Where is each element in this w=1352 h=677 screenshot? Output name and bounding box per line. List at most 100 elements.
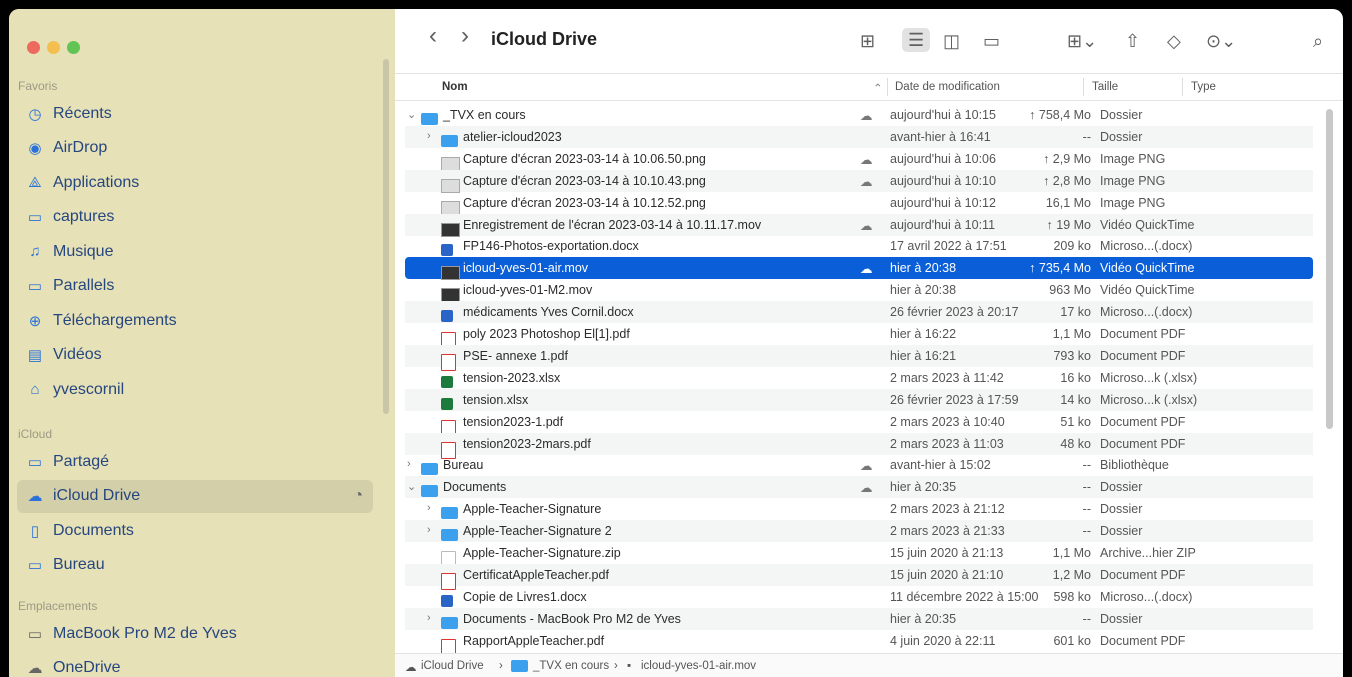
column-type-header[interactable]: Type — [1191, 81, 1216, 93]
column-name-header[interactable]: Nom — [442, 81, 468, 93]
group-by-icon[interactable]: ⊞⌄ — [1067, 31, 1097, 51]
file-row[interactable]: Copie de Livres1.docx 11 décembre 2022 à … — [405, 586, 1313, 608]
file-row[interactable]: › Documents - MacBook Pro M2 de Yves hier … — [405, 607, 1313, 630]
column-date-header[interactable]: Date de modification — [895, 81, 1000, 93]
more-actions-icon[interactable]: ⊙⌄ — [1206, 31, 1236, 51]
sidebar-item-applications[interactable]: ⟁ Applications — [9, 166, 381, 199]
desktop-icon: ▭ — [27, 557, 43, 574]
file-type: Image PNG — [1100, 151, 1166, 166]
toolbar: ‹ › iCloud Drive ⊞ ☰ ◫ ▭ ⊞⌄ ⇧ ◇ ⊙⌄ ⌕ — [395, 9, 1343, 74]
modified-date: 11 décembre 2022 à 15:00 — [890, 589, 1039, 604]
sidebar-item-documents[interactable]: ▯ Documents — [9, 514, 381, 547]
file-row[interactable]: médicaments Yves Cornil.docx 26 février 2… — [405, 301, 1313, 324]
sidebar-item-r-cents[interactable]: ◷ Récents — [9, 97, 381, 130]
file-size: -- — [1082, 458, 1091, 473]
sidebar-item-parallels[interactable]: ▭ Parallels — [9, 270, 381, 303]
sidebar-item-label: Vidéos — [53, 346, 102, 363]
modified-date: hier à 20:35 — [890, 480, 957, 495]
sidebar-item-yvescornil[interactable]: ⌂ yvescornil — [9, 373, 381, 406]
sidebar-item-label: captures — [53, 208, 115, 225]
file-row[interactable]: Capture d'écran 2023-03-14 à 10.06.50.pn… — [405, 148, 1313, 171]
file-size: 14 ko — [1060, 392, 1091, 407]
file-row[interactable]: › atelier-icloud2023 avant-hier à 16:41 -- D… — [405, 125, 1313, 148]
search-icon[interactable]: ⌕ — [1313, 31, 1323, 51]
list-view-icon[interactable]: ☰ — [902, 28, 931, 52]
file-row[interactable]: tension.xlsx 26 février 2023 à 17:59 14 ko… — [405, 388, 1313, 411]
file-name: PSE- annexe 1.pdf — [463, 348, 568, 363]
modified-date: 26 février 2023 à 17:59 — [890, 392, 1019, 407]
column-size-header[interactable]: Taille — [1092, 81, 1118, 93]
pathbar-item-folder[interactable]: _TVX en cours — [533, 660, 609, 672]
file-row[interactable]: ⌄ _TVX en cours ☁ aujourd'hui à 10:15 ↑ 758,… — [405, 104, 1313, 126]
column-view-icon[interactable]: ◫ — [943, 31, 960, 51]
file-row[interactable]: Apple-Teacher-Signature.zip 15 juin 2020 … — [405, 542, 1313, 568]
file-row[interactable]: tension2023-2mars.pdf 2 mars 2023 à 11:03… — [405, 432, 1313, 459]
icon-view-icon[interactable]: ⊞ — [860, 31, 875, 51]
sidebar-item-airdrop[interactable]: ◉ AirDrop — [9, 132, 381, 165]
file-name: poly 2023 Photoshop El[1].pdf — [463, 327, 630, 341]
sidebar-item-partag-[interactable]: ▭ Partagé — [9, 445, 381, 478]
file-row[interactable]: poly 2023 Photoshop El[1].pdf hier à 16:2… — [405, 323, 1313, 349]
sidebar-item-macbook-pro-m2-de-yves[interactable]: ▭ MacBook Pro M2 de Yves — [9, 617, 381, 650]
file-name: FP146-Photos-exportation.docx — [463, 239, 639, 254]
file-row[interactable]: › Bureau ☁ avant-hier à 15:02 -- Bibliothèque — [405, 454, 1313, 476]
share-icon[interactable]: ⇧ — [1125, 31, 1140, 51]
file-name: icloud-yves-01-air.mov — [463, 261, 589, 276]
modified-date: 2 mars 2023 à 11:03 — [890, 436, 1004, 451]
disclosure-triangle-icon[interactable]: ⌄ — [407, 108, 421, 121]
zoom-window-button[interactable] — [67, 41, 80, 54]
sidebar: Favoris iCloud Emplacements ◷ Récents ◉ Air… — [9, 9, 395, 677]
tag-icon[interactable]: ◇ — [1167, 31, 1181, 51]
file-row[interactable]: Enregistrement de l'écran 2023-03-14 à 1… — [405, 213, 1313, 237]
file-row[interactable]: tension2023-1.pdf 2 mars 2023 à 10:40 51 k… — [405, 411, 1313, 437]
file-row[interactable]: CertificatAppleTeacher.pdf 15 juin 2020 à… — [405, 563, 1313, 590]
file-row[interactable]: › Apple-Teacher-Signature 2 2 mars 2023 à … — [405, 520, 1313, 543]
file-row[interactable]: Capture d'écran 2023-03-14 à 10.10.43.pn… — [405, 169, 1313, 193]
gallery-view-icon[interactable]: ▭ — [983, 31, 1000, 51]
disclosure-triangle-icon[interactable]: › — [427, 130, 441, 142]
pathbar-item-file[interactable]: icloud-yves-01-air.mov — [641, 660, 756, 672]
pathbar-item-icloud[interactable]: iCloud Drive — [421, 660, 484, 672]
file-size: 209 ko — [1053, 239, 1091, 254]
sidebar-item-t-l-chargements[interactable]: ⊕ Téléchargements — [9, 304, 381, 337]
file-row[interactable]: Capture d'écran 2023-03-14 à 10.12.52.pn… — [405, 192, 1313, 215]
disclosure-triangle-icon[interactable]: ⌄ — [407, 480, 421, 493]
file-row[interactable]: ⌄ Documents ☁ hier à 20:35 -- Dossier — [405, 476, 1313, 499]
file-name: tension.xlsx — [463, 392, 529, 407]
sidebar-item-label: iCloud Drive — [53, 487, 141, 504]
disclosure-triangle-icon[interactable]: › — [407, 458, 421, 470]
file-size: ↑ 2,8 Mo — [1043, 173, 1091, 188]
sort-chevron-icon: ⌃ — [873, 83, 883, 95]
disclosure-triangle-icon[interactable]: › — [427, 502, 441, 514]
back-button[interactable]: ‹ — [429, 24, 437, 48]
sidebar-item-captures[interactable]: ▭ captures — [9, 201, 381, 234]
modified-date: 2 mars 2023 à 10:40 — [890, 414, 1005, 429]
list-scrollbar[interactable] — [1326, 109, 1333, 429]
sidebar-item-vid-os[interactable]: ▤ Vidéos — [9, 339, 381, 372]
file-type: Microso...(.docx) — [1100, 305, 1193, 320]
file-row[interactable]: PSE- annexe 1.pdf hier à 16:21 793 ko Docum… — [405, 344, 1313, 371]
sidebar-item-icloud-drive[interactable]: ☁ iCloud Drive ◔ — [17, 479, 373, 513]
file-row[interactable]: RapportAppleTeacher.pdf 4 juin 2020 à 22:… — [405, 630, 1313, 656]
close-window-button[interactable] — [27, 41, 40, 54]
image-file-icon — [441, 175, 460, 193]
sidebar-item-musique[interactable]: ♫ Musique — [9, 235, 381, 268]
sidebar-item-bureau[interactable]: ▭ Bureau — [9, 549, 381, 582]
sidebar-item-label: Bureau — [53, 556, 105, 573]
disclosure-triangle-icon[interactable]: › — [427, 612, 441, 624]
excel-file-icon — [441, 372, 457, 388]
file-row[interactable]: icloud-yves-01-air.mov ☁ hier à 20:38 ↑ 735… — [405, 257, 1313, 281]
file-row[interactable]: › Apple-Teacher-Signature 2 mars 2023 à 21… — [405, 498, 1313, 520]
sidebar-scrollbar[interactable] — [383, 59, 389, 414]
image-file-icon — [441, 153, 460, 171]
folder-icon — [421, 481, 438, 498]
forward-button[interactable]: › — [461, 24, 469, 48]
file-row[interactable]: tension-2023.xlsx 2 mars 2023 à 11:42 16 k… — [405, 367, 1313, 389]
modified-date: aujourd'hui à 10:11 — [890, 217, 996, 232]
finder-window: Favoris iCloud Emplacements ◷ Récents ◉ Air… — [9, 9, 1343, 677]
disclosure-triangle-icon[interactable]: › — [427, 524, 441, 536]
file-row[interactable]: icloud-yves-01-M2.mov hier à 20:38 963 Mo V… — [405, 279, 1313, 303]
sidebar-item-onedrive[interactable]: ☁ OneDrive — [9, 652, 381, 677]
file-row[interactable]: FP146-Photos-exportation.docx 17 avril 20… — [405, 235, 1313, 257]
minimize-window-button[interactable] — [47, 41, 60, 54]
